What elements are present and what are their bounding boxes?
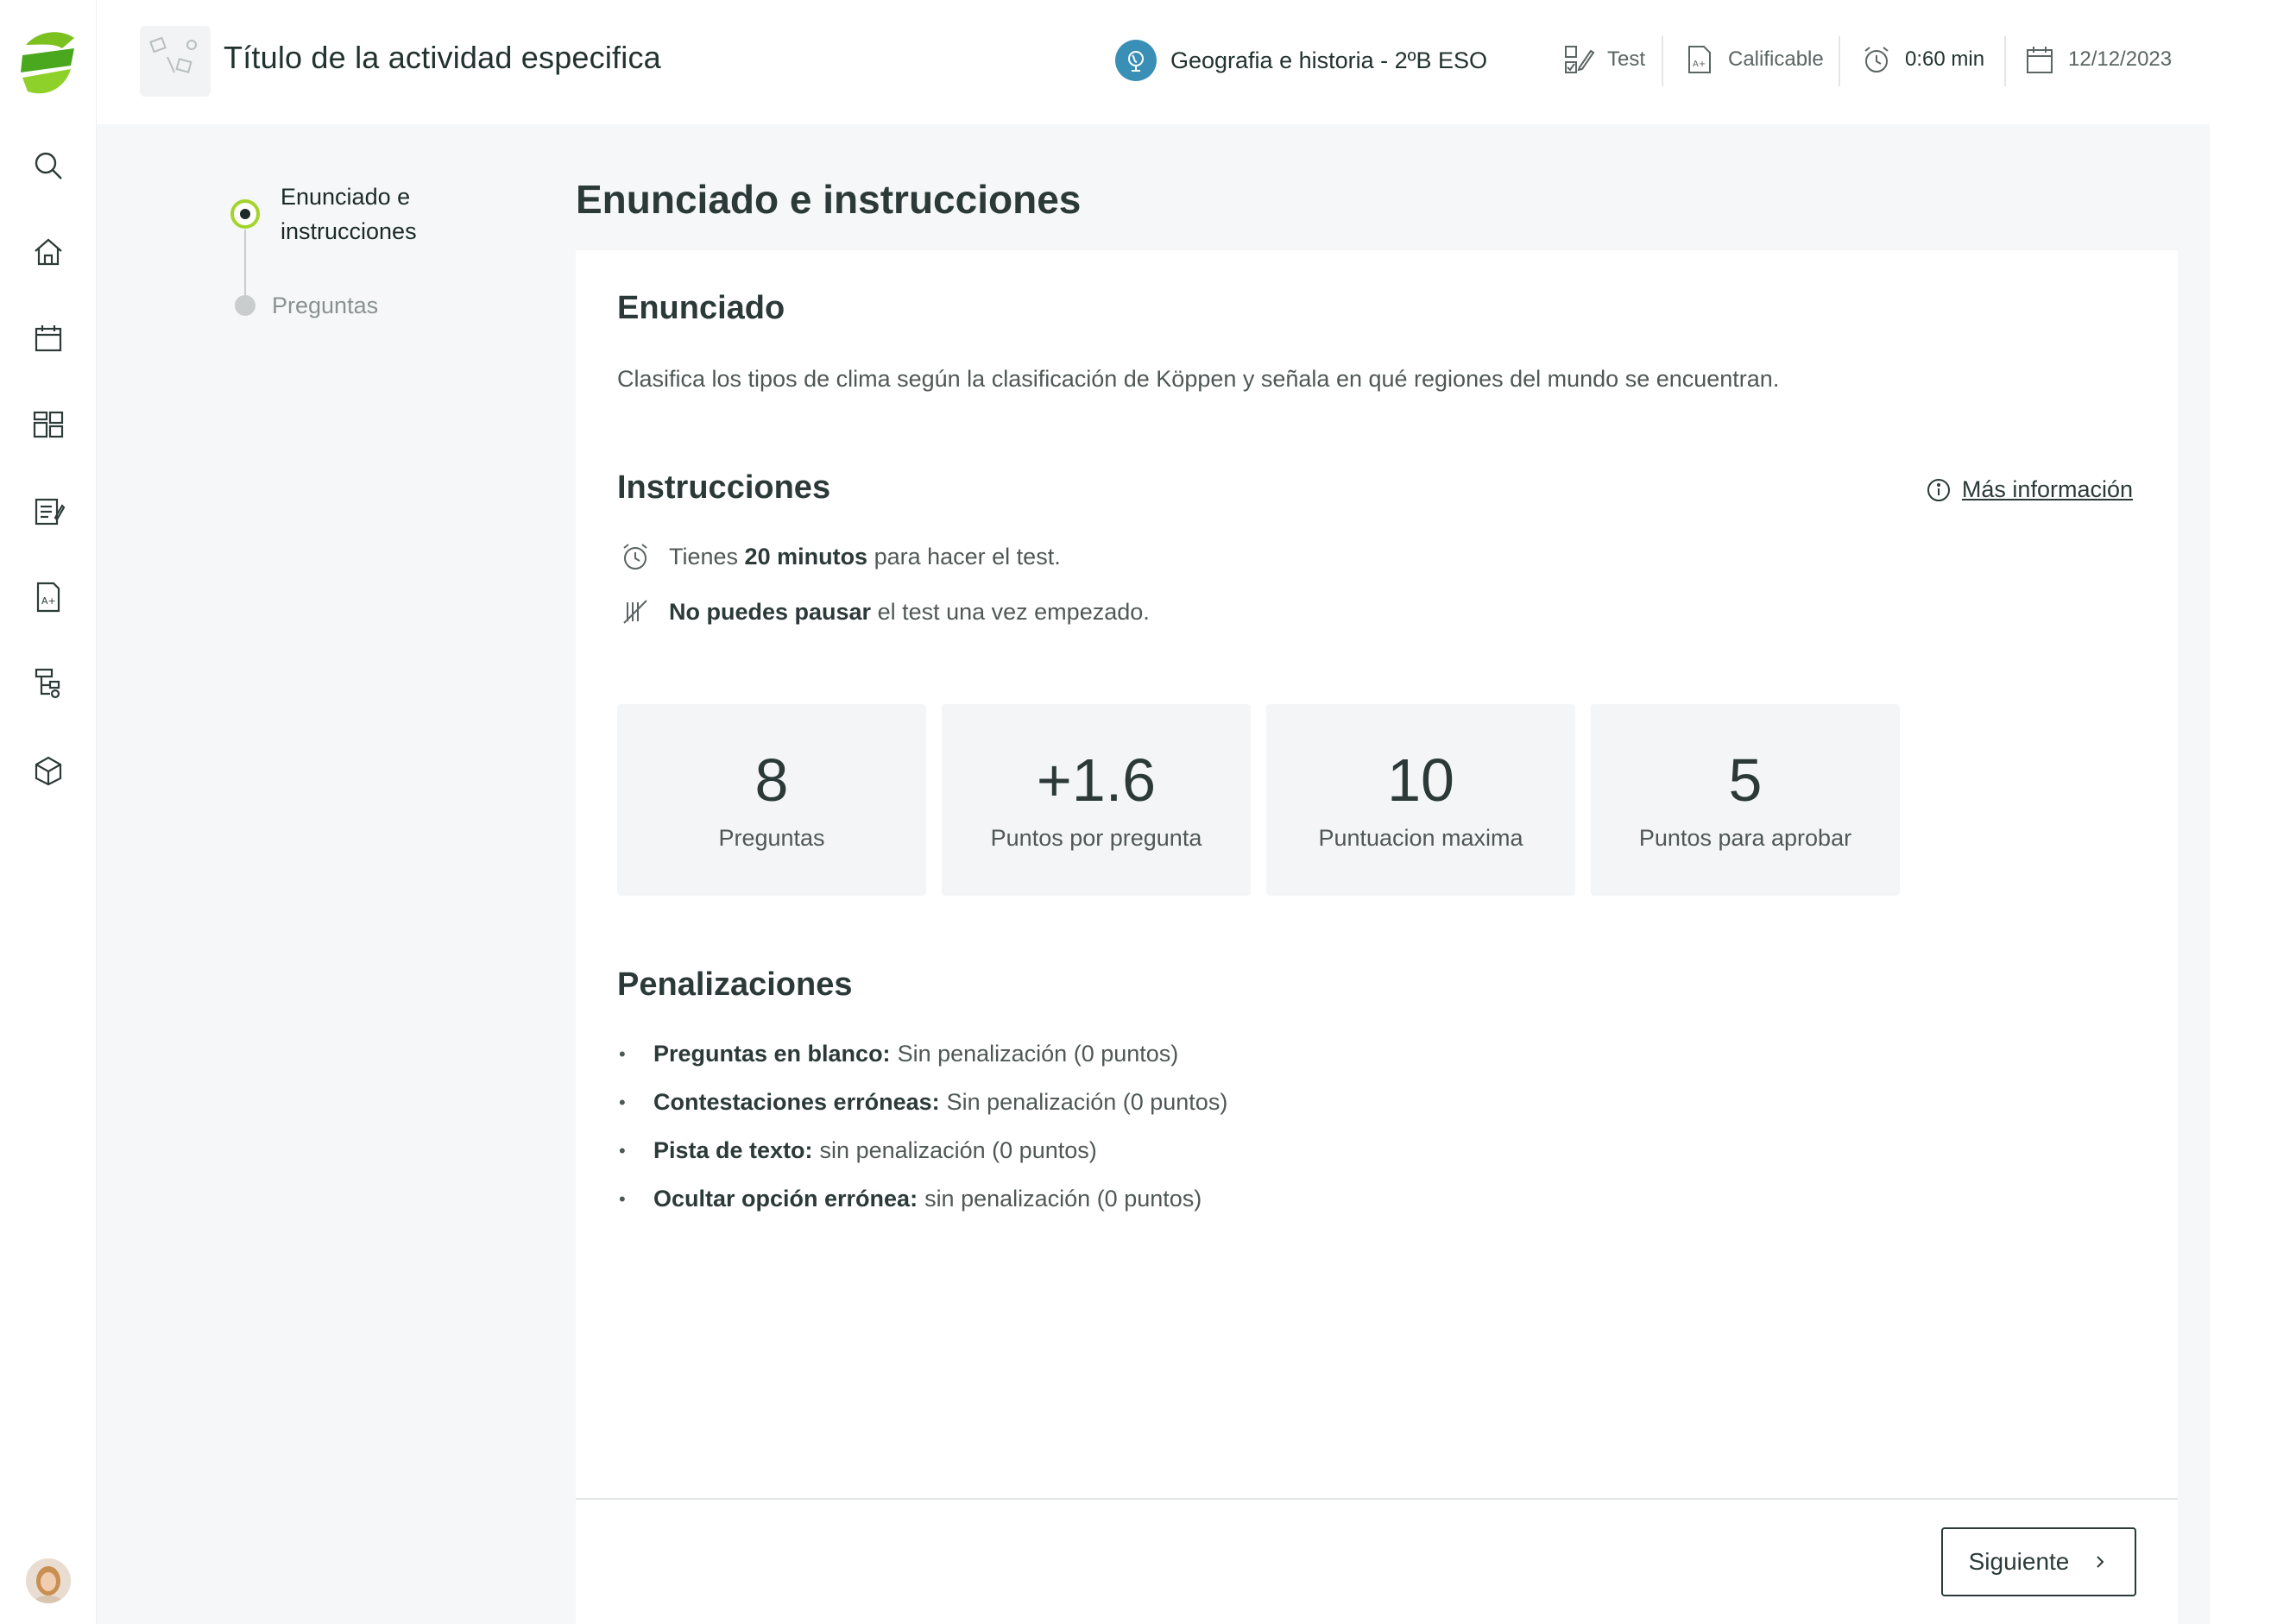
top-header: Título de la actividad especifica Geogra… [97,0,2210,124]
stat-label: Preguntas [718,825,825,851]
instruction-item: Tienes 20 minutos para hacer el test. [619,540,1061,573]
grades-icon: A+ [1688,46,1711,73]
calendar-icon [2027,47,2053,73]
step-questions[interactable]: Preguntas [230,288,378,323]
due-date: 12/12/2023 [2023,43,2172,76]
box-icon[interactable] [26,747,71,792]
stat-value: 5 [1728,746,1763,814]
next-button[interactable]: Siguiente [1941,1527,2136,1596]
header-divider [1839,36,1840,86]
stat-value: 8 [754,746,789,814]
penalty-label: Preguntas en blanco: [653,1041,891,1067]
step-active-indicator [230,199,260,229]
penalty-value: sin penalización (0 puntos) [819,1137,1097,1163]
grading-type: A+ Calificable [1683,43,1824,76]
subject-badge: Geografia e historia - 2ºB ESO [1115,40,1487,81]
penalty-item: • Pista de texto: sin penalización (0 pu… [619,1137,1097,1164]
bullet: • [619,1042,626,1065]
duration: 0:60 min [1860,43,1984,76]
stat-label: Puntos por pregunta [990,825,1202,851]
globe-icon [1115,40,1157,81]
instruction-item: No puedes pausar el test una vez empezad… [619,595,1150,628]
statement-heading: Enunciado [617,290,785,326]
penalty-item: • Preguntas en blanco: Sin penalización … [619,1041,1178,1067]
instruction-bold: No puedes pausar [669,598,872,625]
penalties-heading: Penalizaciones [617,966,853,1003]
chevron-right-icon [2097,1556,2104,1568]
instructions-card: Enunciado Clasifica los tipos de clima s… [576,250,2178,1624]
statement-text: Clasifica los tipos de clima según la cl… [617,366,1780,392]
next-button-label: Siguiente [1968,1548,2070,1575]
alarm-clock-icon [623,544,647,570]
stat-card: +1.6 Puntos por pregunta [942,704,1251,896]
instruction-text: el test una vez empezado. [871,598,1150,625]
app-logo[interactable] [17,26,79,98]
dashboard-icon[interactable] [26,402,71,447]
penalty-item: • Ocultar opción errónea: sin penalizaci… [619,1186,1202,1212]
stat-label: Puntos para aprobar [1638,825,1852,851]
bullet: • [619,1091,626,1113]
page-title: Enunciado e instrucciones [576,177,1082,222]
instruction-text: para hacer el test. [867,543,1061,570]
due-date-label: 12/12/2023 [2068,47,2173,71]
penalty-label: Pista de texto: [653,1137,813,1163]
header-divider [2004,36,2006,86]
stat-value: +1.6 [1036,746,1157,814]
activity-thumbnail [140,26,211,97]
activity-title: Título de la actividad especifica [224,40,661,75]
avatar[interactable] [26,1558,71,1603]
bullet: • [619,1187,626,1210]
activity-type: Test [1562,43,1645,76]
svg-text:A+: A+ [41,595,56,607]
bullet: • [619,1139,626,1161]
header-divider [1662,36,1663,86]
search-icon[interactable] [26,143,71,188]
tasks-icon[interactable] [26,488,71,533]
footer-divider [576,1498,2178,1500]
step-statement[interactable]: Enunciado e instrucciones [230,179,453,249]
stat-card: 5 Puntos para aprobar [1591,704,1900,896]
svg-text:A+: A+ [1693,60,1706,69]
more-info-link[interactable]: Más información [1926,476,2133,503]
grading-label: Calificable [1728,47,1824,71]
no-pause-icon [623,600,647,624]
stat-label: Puntuacion maxima [1318,825,1523,851]
stat-card: 8 Preguntas [617,704,926,896]
calendar-icon[interactable] [26,316,71,361]
step-label: Preguntas [272,293,379,318]
sidebar: A+ [0,0,97,1624]
duration-label: 0:60 min [1905,47,1985,71]
penalty-value: Sin penalización (0 puntos) [946,1089,1228,1115]
stat-card: 10 Puntuacion maxima [1266,704,1575,896]
grades-icon[interactable]: A+ [26,575,71,620]
penalty-label: Contestaciones erróneas: [653,1089,940,1115]
instructions-heading: Instrucciones [617,469,831,506]
penalty-value: sin penalización (0 puntos) [924,1186,1202,1212]
subject-label: Geografia e historia - 2ºB ESO [1170,47,1488,73]
step-pending-indicator [235,295,255,316]
more-info-label: Más información [1961,476,2133,502]
penalty-item: • Contestaciones erróneas: Sin penalizac… [619,1089,1227,1116]
home-icon[interactable] [26,230,71,274]
instruction-bold: 20 minutos [744,543,868,570]
test-icon [1565,46,1595,73]
info-icon [1927,478,1950,501]
penalty-value: Sin penalización (0 puntos) [897,1041,1179,1067]
stat-value: 10 [1387,746,1454,814]
penalty-label: Ocultar opción errónea: [653,1186,918,1212]
step-label: Enunciado e instrucciones [281,184,417,244]
alarm-clock-icon [1864,47,1889,72]
instruction-text: Tienes [669,543,745,570]
right-gutter [2210,0,2296,1624]
activity-type-label: Test [1607,47,1646,71]
tree-icon[interactable] [26,661,71,706]
